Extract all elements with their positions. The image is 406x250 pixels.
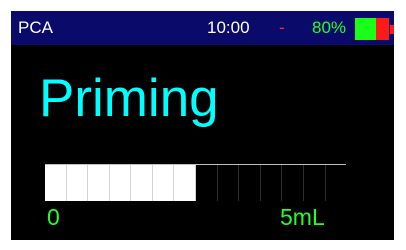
progress-segment (131, 165, 153, 201)
progress-segment (282, 165, 304, 201)
progress-segment (88, 165, 110, 201)
battery-body (355, 18, 389, 40)
battery-icon (355, 18, 394, 40)
battery-level-fill (355, 18, 377, 40)
progress-segment (67, 165, 89, 201)
battery-terminal (390, 25, 394, 34)
progress-segment (174, 165, 197, 201)
progress-segment (304, 165, 326, 201)
progress-segment (153, 165, 175, 201)
progress-segment (239, 165, 261, 201)
progress-segment (218, 165, 240, 201)
progress-segments (45, 165, 346, 201)
pump-display: PCA 10:00 - 80% Priming 0 5mL (11, 11, 394, 240)
progress-segment (45, 165, 67, 201)
priming-progress-bar (45, 164, 346, 201)
app-name: PCA (18, 18, 53, 37)
progress-segment (110, 165, 132, 201)
battery-percent: 80% (312, 18, 347, 37)
clock: 10:00 (207, 18, 250, 37)
status-bar: PCA 10:00 - 80% (11, 11, 394, 45)
progress-segment (196, 165, 218, 201)
progress-segment (326, 165, 346, 201)
mode-title: Priming (39, 69, 219, 128)
scale-min-label: 0 (47, 204, 60, 230)
status-separator: - (279, 18, 285, 37)
scale-max-label: 5mL (280, 204, 325, 230)
progress-segment (261, 165, 283, 201)
